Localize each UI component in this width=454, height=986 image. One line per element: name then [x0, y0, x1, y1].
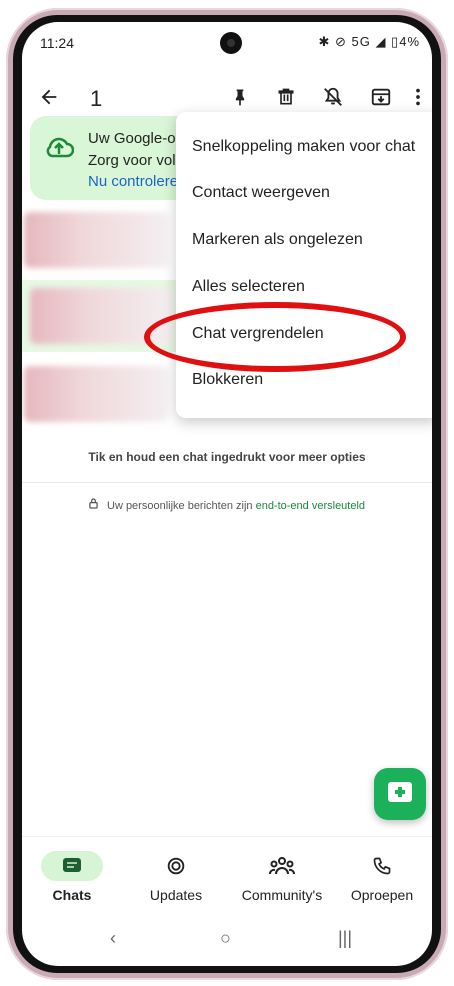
chat-icon [41, 851, 103, 881]
menu-item-mark-unread[interactable]: Markeren als ongelezen [176, 217, 432, 263]
system-home-icon[interactable]: ○ [220, 928, 231, 949]
status-time: 11:24 [40, 35, 74, 51]
menu-item-create-shortcut[interactable]: Snelkoppeling maken voor chat [176, 124, 432, 170]
encryption-notice[interactable]: Uw persoonlijke berichten zijn end-to-en… [22, 498, 432, 512]
system-navigation: ‹ ○ ||| [22, 922, 432, 962]
selected-count: 1 [90, 86, 103, 111]
tab-communities[interactable]: Community's [232, 851, 332, 903]
hint-text: Tik en houd een chat ingedrukt voor meer… [88, 450, 366, 464]
system-recents-icon[interactable]: ||| [338, 928, 352, 949]
phone-icon [351, 851, 413, 881]
new-chat-icon [388, 782, 412, 802]
delete-icon[interactable] [276, 86, 296, 113]
bottom-navigation: Chats Updates Community's Oproepen [22, 836, 432, 923]
banner-text: Zorg voor vol [88, 152, 176, 169]
updates-icon [145, 851, 207, 881]
chat-avatar-blurred [24, 212, 168, 268]
tab-label: Updates [149, 887, 203, 903]
tab-label: Oproepen [350, 887, 414, 903]
tab-updates[interactable]: Updates [126, 851, 226, 903]
divider [22, 482, 432, 483]
overflow-menu: Snelkoppeling maken voor chat Contact we… [176, 112, 432, 418]
status-bar: 11:24 ✱ ⊘ 5G ◢ ▯4% [22, 22, 432, 62]
red-annotation-ellipse [144, 302, 406, 372]
tab-calls[interactable]: Oproepen [332, 851, 432, 903]
chat-avatar-blurred [24, 366, 168, 422]
back-arrow-icon[interactable] [38, 86, 60, 113]
tab-chats[interactable]: Chats [22, 851, 122, 903]
archive-icon[interactable] [370, 86, 392, 113]
screen: 11:24 ✱ ⊘ 5G ◢ ▯4% 1 Uw Google-op Zorg v… [22, 22, 432, 966]
encryption-text: Uw persoonlijke berichten zijn [107, 500, 256, 512]
new-chat-button[interactable] [374, 768, 426, 820]
mute-icon[interactable] [322, 86, 344, 113]
pin-icon[interactable] [230, 86, 250, 113]
status-icons: ✱ ⊘ 5G ◢ ▯4% [318, 34, 420, 49]
system-back-icon[interactable]: ‹ [110, 928, 116, 949]
cloud-upload-icon [44, 134, 75, 166]
encryption-link[interactable]: end-to-end versleuteld [256, 500, 365, 512]
menu-item-view-contact[interactable]: Contact weergeven [176, 170, 432, 216]
tab-label: Chats [52, 887, 92, 903]
banner-title: Uw Google-op [88, 130, 184, 147]
community-icon [251, 851, 313, 881]
lock-icon [89, 498, 101, 512]
banner-link[interactable]: Nu controlere [88, 173, 178, 190]
more-vert-icon[interactable] [414, 86, 422, 113]
tab-label: Community's [241, 887, 323, 903]
front-camera [220, 32, 242, 54]
